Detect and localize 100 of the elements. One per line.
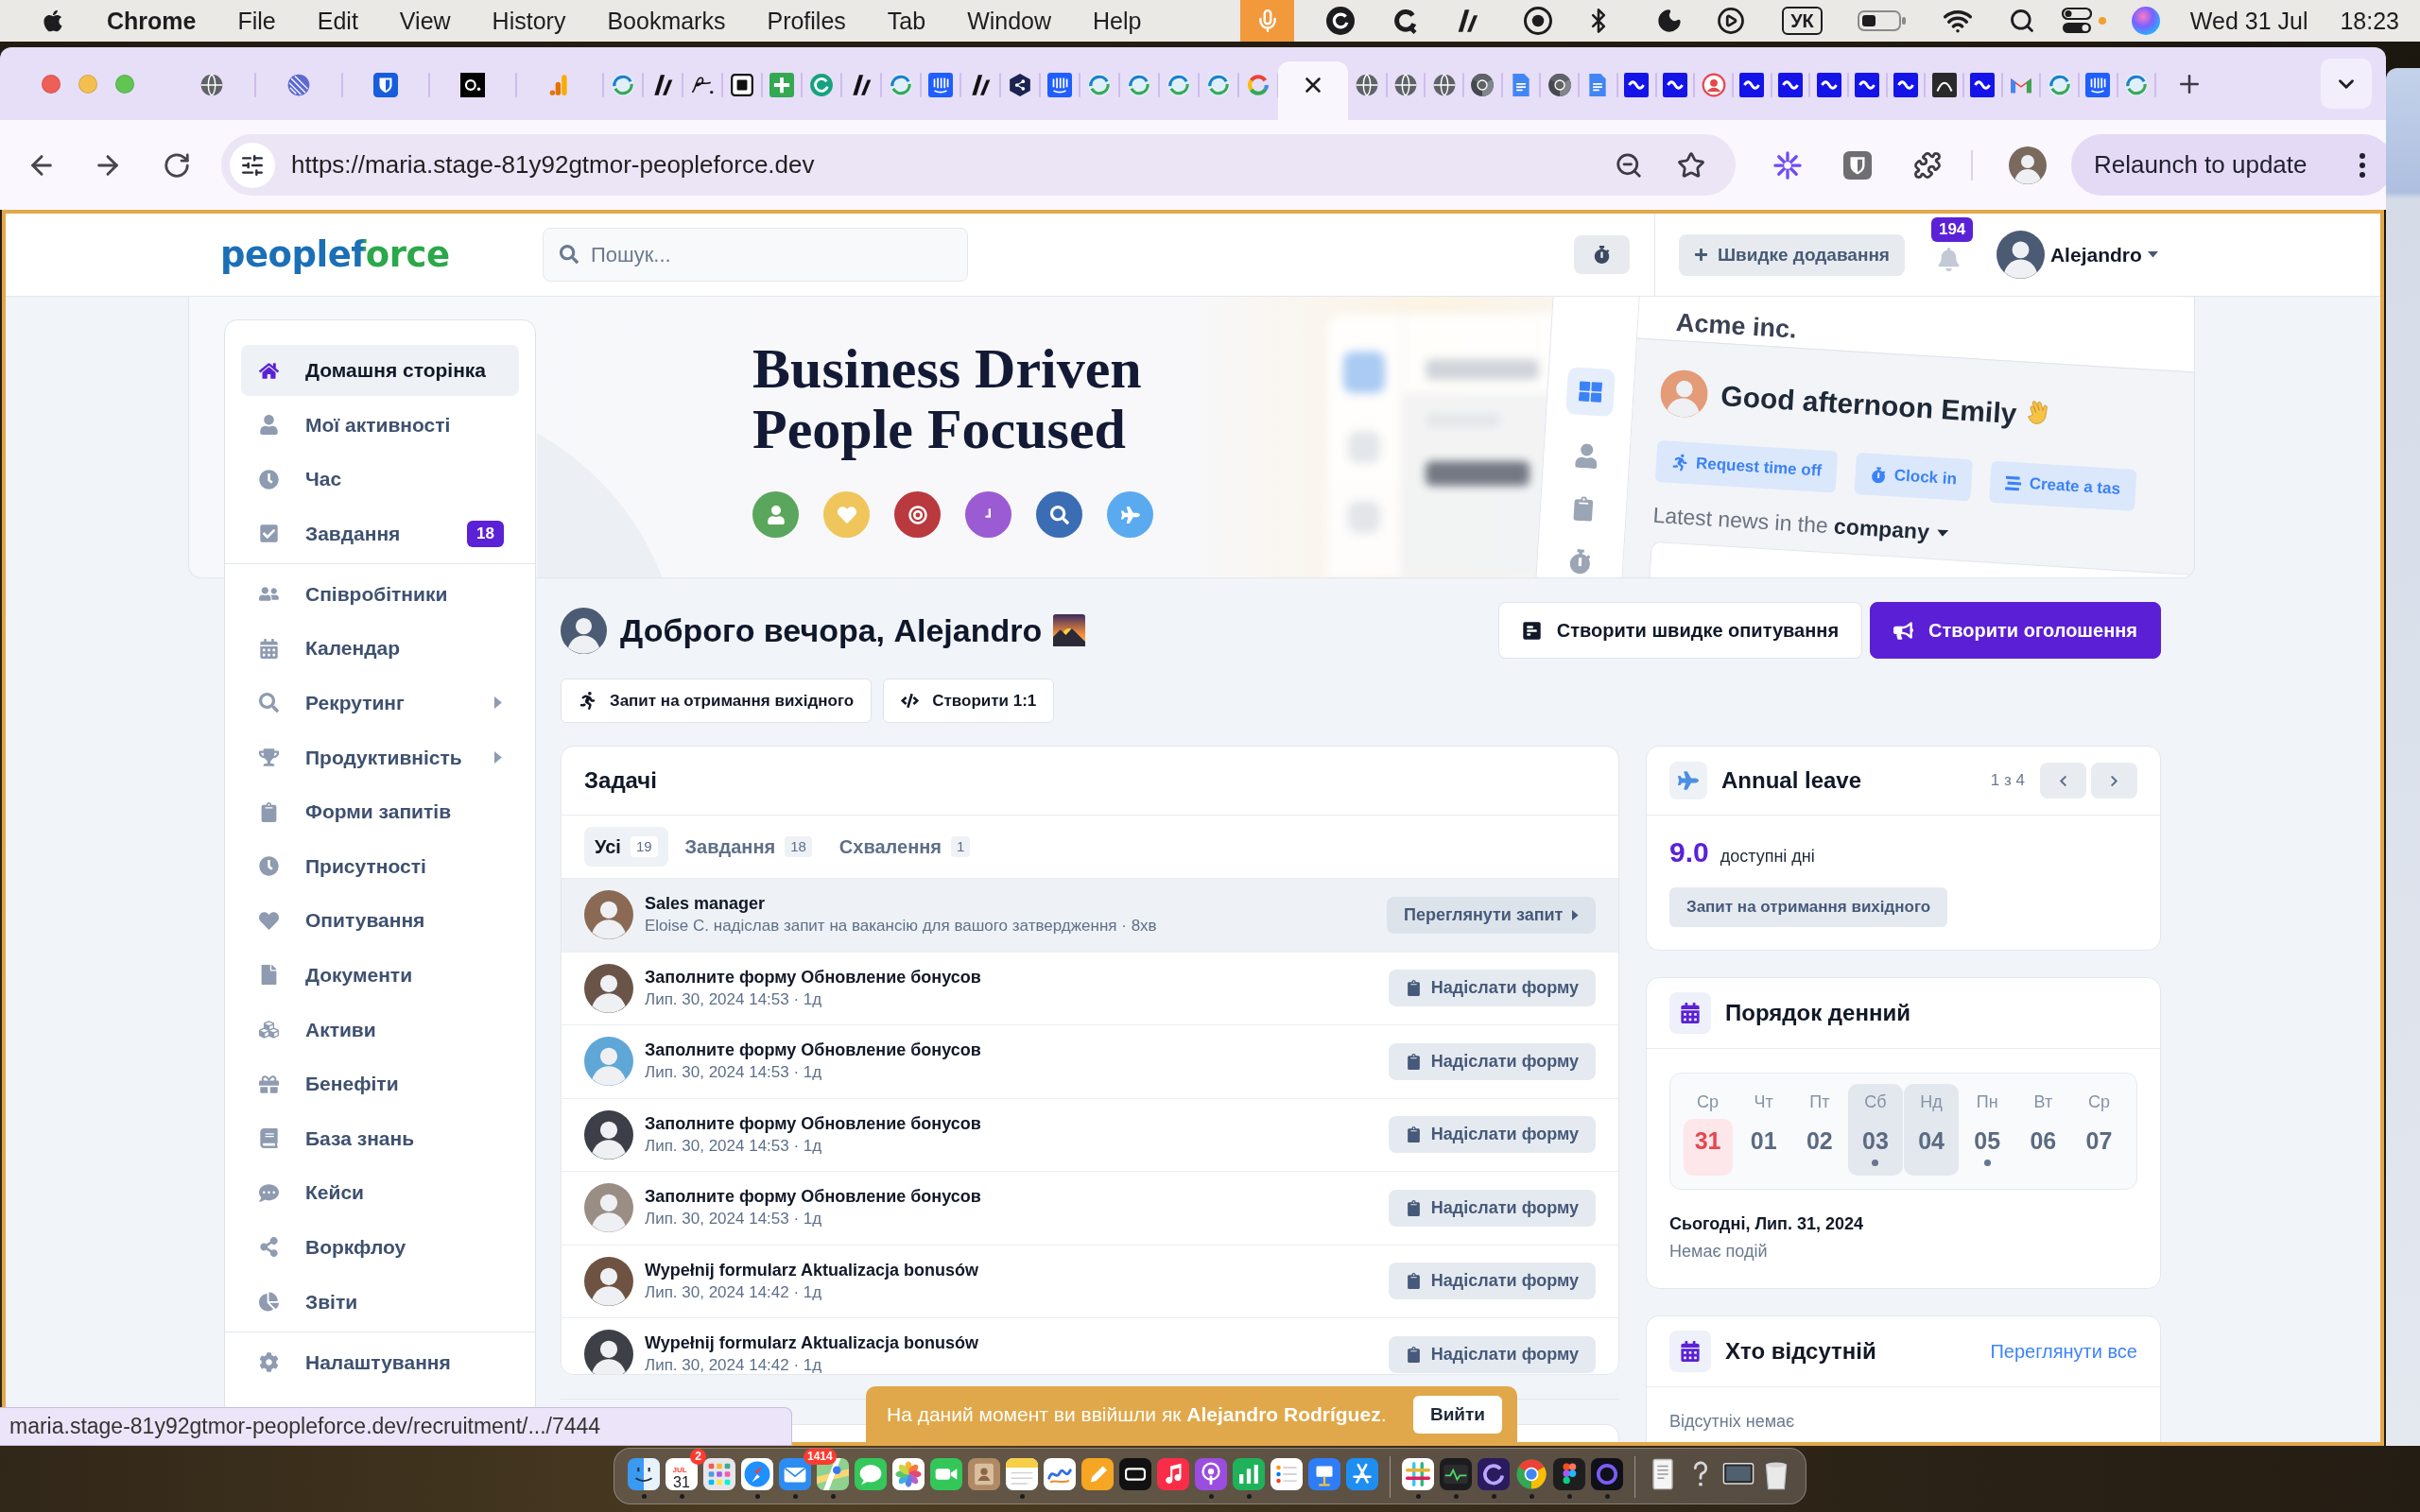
menu-item[interactable]: File (237, 7, 276, 35)
music-note-icon[interactable] (1157, 1458, 1189, 1490)
bookmark-star-icon[interactable] (1677, 150, 1705, 180)
pencil-icon[interactable] (1081, 1458, 1114, 1490)
logout-button[interactable]: Вийти (1412, 1395, 1502, 1434)
day-cell[interactable]: Сб 03 (1847, 1084, 1903, 1176)
filter-tab[interactable]: Усі 19 (584, 827, 668, 867)
sidebar-item[interactable]: Налаштування (241, 1336, 519, 1388)
sidebar-item[interactable]: Час (241, 454, 519, 506)
sidebar-item[interactable]: Бенефіти (241, 1058, 519, 1110)
menu-date[interactable]: Wed 31 Jul (2189, 7, 2308, 35)
menu-item[interactable]: Tab (887, 7, 926, 35)
moon-icon[interactable] (1656, 8, 1684, 34)
sidebar-item[interactable]: Мої активності (241, 399, 519, 451)
relaunch-button[interactable]: Relaunch to update (2071, 134, 2386, 196)
submit-form-button[interactable]: Надіслати форму (1388, 1263, 1596, 1300)
sidebar-item[interactable]: База знань (241, 1112, 519, 1164)
site-info-button[interactable] (230, 142, 275, 188)
ring-icon[interactable] (1591, 1458, 1623, 1490)
menu-item[interactable]: Window (967, 7, 1052, 35)
finder-face-icon[interactable] (628, 1458, 660, 1490)
submit-form-button[interactable]: Надіслати форму (1388, 1042, 1596, 1080)
arc-circle-icon[interactable] (1326, 7, 1356, 35)
day-cell[interactable]: Пт 02 (1791, 1084, 1847, 1176)
sidebar-item[interactable]: Присутності (241, 840, 519, 892)
filter-tab[interactable]: Схвалення 1 (828, 827, 981, 867)
submit-form-button[interactable]: Надіслати форму (1388, 970, 1596, 1007)
sidebar-item[interactable]: Продуктивність (241, 731, 519, 783)
sidebar-item[interactable]: Календар (241, 623, 519, 675)
timer-button[interactable] (1574, 235, 1630, 274)
input-source-label[interactable]: УК (1782, 7, 1823, 35)
menu-item[interactable]: Help (1093, 7, 1142, 35)
sidebar-item[interactable]: Співробітники (241, 568, 519, 620)
filter-tab[interactable]: Завдання 18 (674, 827, 822, 867)
menu-item[interactable]: Edit (317, 7, 358, 35)
search-field[interactable]: Пошук... (543, 228, 968, 282)
primary-button[interactable]: Створити оголошення (1870, 602, 2161, 659)
notepad-icon[interactable] (1006, 1458, 1038, 1490)
bar-chart-icon[interactable] (1233, 1458, 1265, 1490)
speech-bubble-icon[interactable] (855, 1458, 887, 1490)
user-menu-button[interactable]: Alejandro (2049, 243, 2158, 266)
play-circle-icon[interactable] (1717, 7, 1746, 35)
sidebar-item[interactable]: Завдання 18 (241, 507, 519, 559)
app-grid-icon[interactable] (703, 1458, 735, 1490)
submit-form-button[interactable]: Надіслати форму (1388, 1335, 1596, 1373)
sidebar-item[interactable]: Активи (241, 1004, 519, 1056)
submit-form-button[interactable]: Надіслати форму (1388, 1116, 1596, 1154)
tab-search-button[interactable] (2321, 59, 2372, 109)
sidebar-item[interactable]: Воркфлоу (241, 1221, 519, 1273)
sidebar-item[interactable]: Опитування (241, 895, 519, 947)
day-cell[interactable]: Вт 06 (2015, 1084, 2071, 1176)
sidebar-item[interactable]: Домашня сторінка (241, 345, 519, 396)
quick-action-button[interactable]: Запит на отримання вихідного (561, 679, 873, 723)
compass-icon[interactable] (741, 1458, 773, 1490)
view-all-link[interactable]: Переглянути все (1990, 1340, 2137, 1363)
day-cell[interactable]: Ср 07 (2071, 1084, 2127, 1176)
crossed-strokes-icon[interactable] (1346, 1458, 1378, 1490)
menu-item[interactable]: Profiles (767, 7, 846, 35)
sidebar-item[interactable]: Рекрутинг (241, 677, 519, 729)
arc-tile-icon[interactable] (1478, 1458, 1510, 1490)
podium-icon[interactable] (1308, 1458, 1340, 1490)
task-row[interactable]: Sales manager Eloise C. надіслав запит на вакансію для вашого затвердження · 8хв Переглянути запит (562, 879, 1618, 953)
menu-item[interactable]: Bookmarks (607, 7, 726, 35)
record-icon[interactable] (1524, 7, 1553, 35)
app-menu[interactable]: Chrome (107, 7, 197, 35)
quick-action-button[interactable]: Створити 1:1 (883, 679, 1055, 723)
search-icon[interactable] (2008, 8, 2035, 34)
view-request-button[interactable]: Переглянути запит (1387, 896, 1596, 934)
orb-icon[interactable] (2131, 7, 2160, 35)
sparkle-icon[interactable] (1773, 150, 1802, 180)
zoom-out-icon[interactable] (1615, 150, 1643, 180)
day-cell[interactable]: Нд 04 (1904, 1084, 1960, 1176)
shield-icon[interactable] (1843, 150, 1872, 180)
video-camera-icon[interactable] (930, 1458, 962, 1490)
extensions-icon[interactable] (1913, 150, 1942, 180)
squiggle-icon[interactable] (1044, 1458, 1076, 1490)
reload-icon[interactable] (163, 150, 191, 180)
sidebar-item[interactable]: Форми запитів (241, 786, 519, 838)
envelope-icon[interactable] (779, 1458, 811, 1490)
contact-book-icon[interactable] (968, 1458, 1000, 1490)
secondary-button[interactable]: Створити швидке опитування (1497, 602, 1863, 659)
toggles-icon[interactable] (2061, 7, 2092, 35)
browser-logo-icon[interactable] (1515, 1458, 1547, 1490)
submit-form-button[interactable]: Надіслати форму (1388, 1189, 1596, 1227)
podcast-icon[interactable] (1195, 1458, 1227, 1490)
menu-item[interactable]: History (492, 7, 566, 35)
quick-add-button[interactable]: Швидке додавання (1679, 233, 1905, 276)
checklist-icon[interactable] (1270, 1458, 1303, 1490)
menu-item[interactable]: View (399, 7, 451, 35)
battery-icon[interactable] (1857, 9, 1907, 32)
day-cell[interactable]: Чт 01 (1736, 1084, 1791, 1176)
map-icon[interactable] (817, 1458, 849, 1490)
request-leave-button[interactable]: Запит на отримання вихідного (1669, 887, 1948, 927)
menu-clock[interactable]: 18:23 (2340, 7, 2399, 35)
window-close-button[interactable] (42, 74, 60, 94)
day-cell[interactable]: Пн 05 (1960, 1084, 2015, 1176)
hash-icon[interactable] (1402, 1458, 1434, 1490)
sidebar-item[interactable]: Звіти (241, 1276, 519, 1328)
sidebar-item[interactable]: Документи (241, 949, 519, 1001)
sidebar-item[interactable]: Кейси (241, 1167, 519, 1219)
